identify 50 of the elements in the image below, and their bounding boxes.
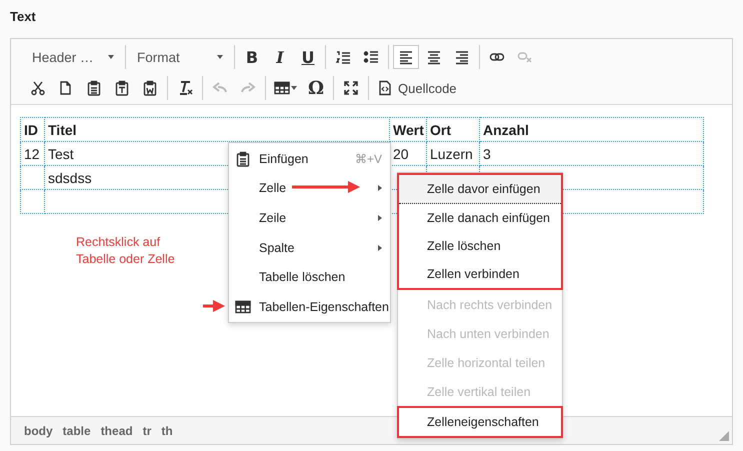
table-cell: 3: [480, 142, 704, 166]
submenu-arrow-icon: [378, 185, 382, 192]
bullet-list-icon: [363, 49, 379, 65]
bold-button[interactable]: B: [239, 45, 265, 69]
table-cell: Luzern: [426, 142, 480, 166]
menu-item[interactable]: Zeile: [229, 203, 390, 233]
menu-item[interactable]: Zelle davor einfügen: [399, 175, 561, 204]
table-icon: [274, 80, 290, 96]
element-path-link[interactable]: thead: [100, 424, 133, 438]
underline-button[interactable]: U: [295, 45, 321, 69]
resize-handle[interactable]: [719, 431, 729, 441]
clipboard-text-icon: [114, 80, 130, 96]
table-icon: [235, 298, 251, 315]
element-path-link[interactable]: body: [24, 424, 53, 438]
italic-button[interactable]: I: [267, 45, 293, 69]
menu-item[interactable]: Zellen verbinden: [399, 260, 561, 288]
code-file-icon: [377, 80, 393, 96]
clear-formatting-icon: [177, 80, 193, 96]
format-dropdown[interactable]: Header …: [25, 45, 121, 69]
menu-item[interactable]: Tabellen-Eigenschaften: [229, 292, 390, 322]
submenu-arrow-icon: [378, 214, 382, 221]
table-cell: 12: [20, 142, 44, 166]
menu-item[interactable]: Zelle löschen: [399, 232, 561, 260]
fullscreen-icon: [343, 80, 359, 96]
symbol-button[interactable]: Ω: [303, 76, 329, 100]
align-center-icon: [426, 49, 442, 65]
field-label: Text: [10, 9, 36, 24]
element-path-link[interactable]: table: [62, 424, 91, 438]
element-path-link[interactable]: th: [161, 424, 173, 438]
align-left-icon: [398, 49, 414, 65]
menu-item[interactable]: Zelleneigenschaften: [399, 408, 561, 436]
header-cell: Wert: [390, 118, 426, 142]
align-right-icon: [454, 49, 470, 65]
header-cell: Anzahl: [480, 118, 704, 142]
menu-item[interactable]: Zelle danach einfügen: [399, 204, 561, 232]
header-cell: Ort: [426, 118, 480, 142]
numbered-list-icon: [335, 49, 351, 65]
format-dropdown[interactable]: Format: [130, 45, 230, 69]
element-path-link[interactable]: tr: [142, 424, 152, 438]
scissors-icon: [30, 80, 46, 96]
menu-item[interactable]: Tabelle löschen: [229, 262, 390, 292]
clipboard-icon: [86, 80, 102, 96]
alignleft-button[interactable]: [393, 45, 419, 69]
clipboard-word-icon: [142, 80, 158, 96]
header-cell: ID: [20, 118, 44, 142]
menu-item[interactable]: Spalte: [229, 232, 390, 262]
source-code-button[interactable]: Quellcode: [373, 76, 461, 100]
annotation-note: Rechtsklick auf Tabelle oder Zelle: [76, 234, 175, 268]
submenu-arrow-icon: [378, 244, 382, 251]
clipboard-icon: [235, 150, 251, 167]
